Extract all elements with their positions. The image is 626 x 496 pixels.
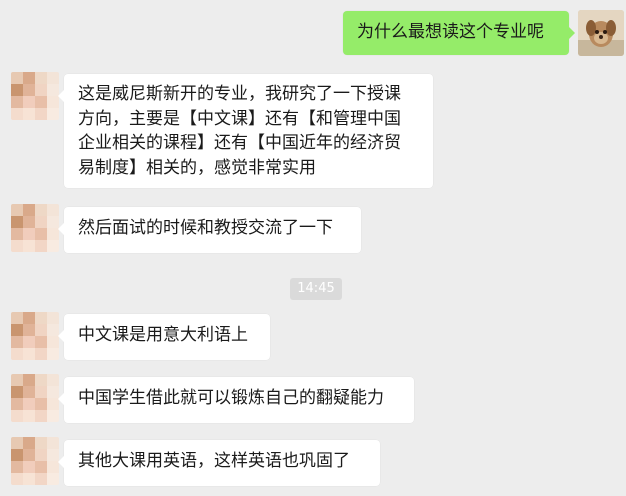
- contact-avatar[interactable]: [11, 312, 59, 360]
- message-timestamp: 14:45: [290, 278, 342, 300]
- message-text: 其他大课用英语，这样英语也巩固了: [78, 451, 350, 471]
- message-bubble-incoming[interactable]: 这是威尼斯新开的专业，我研究了一下授课 方向，主要是【中文课】还有【和管理中国 …: [58, 74, 433, 188]
- contact-avatar[interactable]: [11, 437, 59, 485]
- contact-avatar[interactable]: [11, 374, 59, 422]
- message-text-line: 企业相关的课程】还有【中国近年的经济贸: [78, 133, 401, 153]
- message-text: 为什么最想读这个专业呢: [357, 22, 544, 42]
- message-text: 然后面试的时候和教授交流了一下: [78, 218, 333, 238]
- message-text-line: 易制度】相关的，感觉非常实用: [78, 157, 316, 178]
- message-text-line: 这是威尼斯新开的专业，我研究了一下授课: [78, 84, 401, 104]
- message-bubble-outgoing[interactable]: 为什么最想读这个专业呢: [343, 11, 575, 55]
- self-avatar[interactable]: [578, 10, 624, 56]
- message-text-line: 方向，主要是【中文课】还有【和管理中国: [78, 108, 401, 129]
- chat-window: 为什么最想读这个专业呢 这是威尼斯新开的专业，我研究了一下授课 方向，主要是【中…: [0, 0, 626, 496]
- contact-avatar[interactable]: [11, 204, 59, 252]
- message-bubble-incoming[interactable]: 其他大课用英语，这样英语也巩固了: [58, 440, 380, 486]
- message-text: 中文课是用意大利语上: [78, 325, 248, 345]
- message-bubble-incoming[interactable]: 中国学生借此就可以锻炼自己的翻疑能力: [58, 377, 414, 423]
- contact-avatar[interactable]: [11, 72, 59, 120]
- message-text: 中国学生借此就可以锻炼自己的翻疑能力: [78, 388, 384, 408]
- message-bubble-incoming[interactable]: 然后面试的时候和教授交流了一下: [58, 207, 361, 253]
- message-bubble-incoming[interactable]: 中文课是用意大利语上: [58, 314, 270, 360]
- dog-avatar-icon: [578, 10, 624, 56]
